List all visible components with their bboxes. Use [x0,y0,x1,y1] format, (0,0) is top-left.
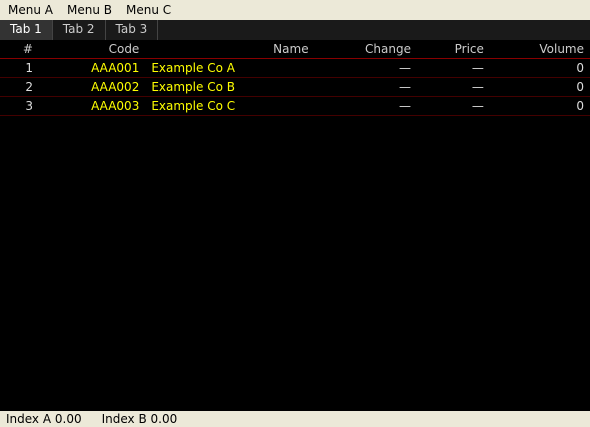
tab-1[interactable]: Tab 2 [53,20,106,40]
status-bar: Index A 0.00 Index B 0.00 [0,411,590,427]
column-header-3[interactable]: Change [314,40,417,59]
table-row[interactable]: 3 AAA003 Example Co C — —0 [0,96,590,116]
cell-n: 2 [0,77,39,97]
status-item-1: Index B 0.00 [101,412,178,426]
column-header-5[interactable]: Volume [489,40,590,59]
cell-code: AAA002 [38,77,146,97]
tab-0[interactable]: Tab 1 [0,20,53,40]
cell-name: Example Co A [145,58,315,78]
menu-item-2[interactable]: Menu C [126,3,171,17]
cell-price: — [416,77,490,97]
table-row[interactable]: 1 AAA001 Example Co A — —0 [0,58,590,78]
cell-price: — [416,58,490,78]
cell-price: — [416,96,490,116]
status-item-0: Index A 0.00 [6,412,82,426]
cell-vol: 0 [489,96,590,116]
cell-chg: — [314,96,417,116]
tab-2[interactable]: Tab 3 [106,20,159,40]
cell-n: 1 [0,58,39,78]
tab-bar: Tab 1 Tab 2 Tab 3 [0,20,590,40]
column-header-2[interactable]: Name [145,40,315,59]
table-row[interactable]: 2 AAA002 Example Co B — —0 [0,77,590,97]
cell-chg: — [314,77,417,97]
menu-item-1[interactable]: Menu B [67,3,112,17]
menu-bar: Menu A Menu B Menu C [0,0,590,20]
cell-chg: — [314,58,417,78]
column-header-4[interactable]: Price [416,40,490,59]
cell-code: AAA001 [38,58,146,78]
cell-code: AAA003 [38,96,146,116]
cell-vol: 0 [489,77,590,97]
cell-vol: 0 [489,58,590,78]
table-body: 1 AAA001 Example Co A — —0 2 AAA002 Example Co … [0,58,590,116]
menu-item-0[interactable]: Menu A [8,3,53,17]
quote-table: # Code Name Change Price Volume 1 AAA001 Exampl… [0,40,590,116]
cell-name: Example Co C [145,96,315,116]
cell-name: Example Co B [145,77,315,97]
column-header-0[interactable]: # [0,40,39,59]
column-header-1[interactable]: Code [38,40,146,59]
cell-n: 3 [0,96,39,116]
header-row: # Code Name Change Price Volume [0,40,590,59]
